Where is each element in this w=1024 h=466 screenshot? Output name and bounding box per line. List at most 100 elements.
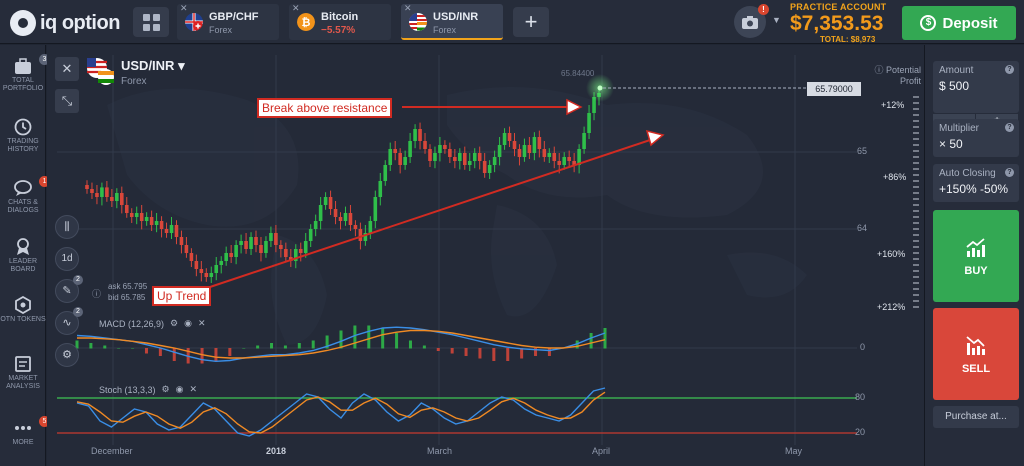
multiplier-field[interactable]: Multiplier ? × 50 [933, 119, 1019, 157]
sidebar-item-label: TOTAL PORTFOLIO [2, 77, 44, 92]
sidebar-item-chats[interactable]: 1 CHATS & DIALOGS [0, 176, 50, 215]
candle-body [189, 253, 194, 261]
tab-usd-inr[interactable]: ✕ USD/INR Forex [401, 3, 503, 40]
stoch-k-line [76, 387, 606, 437]
candle-body [482, 161, 487, 173]
candle-body [448, 149, 452, 157]
candle-body [154, 221, 159, 225]
portfolio-icon: 3 [12, 54, 50, 75]
macd-histogram-bar [144, 348, 148, 354]
macd-histogram-bar [353, 325, 357, 349]
macd-label: MACD (12,26,9) ⚙ ◉ ✕ [99, 318, 206, 329]
help-icon[interactable]: ? [1005, 65, 1014, 74]
sidebar-item-label: LEADER BOARD [8, 258, 37, 273]
profit-level: +212% [877, 302, 906, 312]
macd-histogram-bar [103, 345, 107, 349]
screenshot-button[interactable]: ! [734, 4, 769, 38]
candle-body [284, 249, 288, 257]
close-icon[interactable]: ✕ [180, 3, 188, 14]
eye-icon[interactable]: ◉ [176, 384, 184, 395]
gear-icon[interactable]: ⚙ [162, 384, 170, 395]
tab-bitcoin[interactable]: ✕ ₿ Bitcoin −5.57% [289, 3, 391, 40]
amount-value[interactable]: $ 500 [939, 79, 969, 93]
candle-body [333, 209, 338, 217]
sidebar-item-market-analysis[interactable]: MARKET ANALYSIS [0, 355, 46, 391]
brand-logo[interactable]: iq option [10, 10, 120, 36]
sidebar-item-portfolio[interactable]: 3 TOTAL PORTFOLIO [0, 54, 50, 93]
close-icon[interactable]: ✕ [404, 3, 412, 14]
sidebar-item-label: OTN TOKENS [0, 316, 46, 323]
price-chart[interactable] [47, 45, 924, 466]
drawing-tools-button[interactable]: ✎ 2 [55, 275, 83, 303]
world-map-background [107, 87, 807, 345]
account-balance[interactable]: $7,353.53 [790, 12, 883, 36]
timeframe-button[interactable]: 1d [55, 247, 79, 271]
auto-closing-field[interactable]: Auto Closing ? +150% -50% [933, 164, 1019, 202]
chart-settings-button[interactable]: ⚙ [55, 343, 79, 367]
profit-scale [913, 96, 919, 308]
macd-histogram-bar [214, 348, 218, 361]
multiplier-label: Multiplier [939, 123, 980, 134]
macd-histogram-bar [172, 348, 176, 361]
collapse-button[interactable]: ⤡ [55, 89, 79, 113]
add-tab-button[interactable]: + [513, 7, 549, 37]
candle-body [507, 133, 512, 141]
chart-type-button[interactable]: ⫼ [55, 215, 79, 239]
macd-histogram-bar [603, 328, 607, 349]
help-icon[interactable]: ? [1005, 168, 1014, 177]
candle-body [259, 245, 263, 253]
candle-body [184, 245, 189, 253]
annotation-up-trend: Up Trend [152, 286, 212, 306]
tab-name: GBP/CHF [209, 11, 259, 23]
tab-gbp-chf[interactable]: ✕ GBP/CHF Forex [177, 3, 279, 40]
eye-icon[interactable]: ◉ [184, 318, 192, 329]
tool-badge: 2 [73, 275, 83, 285]
help-icon[interactable]: ? [1005, 123, 1014, 132]
deposit-button[interactable]: $ Deposit [902, 6, 1016, 40]
sidebar-item-leaderboard[interactable]: LEADER BOARD [0, 238, 46, 274]
candle-body [239, 241, 243, 245]
close-icon[interactable]: ✕ [189, 384, 197, 395]
candle-body [129, 213, 134, 217]
instrument-selector[interactable]: USD/INR ▾ [121, 58, 185, 74]
info-icon[interactable]: ⓘ [92, 287, 101, 300]
settings-icon: ⚙ [62, 349, 72, 361]
chart-area[interactable]: ✕ ⤡ USD/INR ▾ Forex ⓘ Potential Profit 6… [47, 45, 924, 466]
info-icon: ⓘ [874, 65, 886, 75]
sidebar-item-otn-tokens[interactable]: OTN TOKENS [0, 295, 46, 324]
asset-grid-button[interactable] [133, 7, 169, 37]
candle-body [149, 217, 154, 225]
candle-body [562, 157, 567, 165]
close-icon[interactable]: ✕ [292, 3, 300, 14]
amount-field[interactable]: Amount ? $ 500 − + [933, 61, 1019, 128]
top-bar: iq option ✕ GBP/CHF Forex ✕ ₿ Bitcoin −5… [0, 0, 1024, 44]
close-icon[interactable]: ✕ [198, 318, 206, 329]
candle-body [338, 217, 343, 221]
sidebar-item-trading-history[interactable]: TRADING HISTORY [0, 118, 46, 154]
buy-button[interactable]: BUY [933, 210, 1019, 302]
auto-closing-value[interactable]: +150% -50% [939, 182, 1008, 196]
candle-body [418, 129, 422, 141]
sidebar-item-more[interactable]: 5 MORE [0, 416, 50, 447]
close-chart-button[interactable]: ✕ [55, 57, 79, 81]
candle-body [119, 193, 124, 205]
multiplier-value[interactable]: × 50 [939, 137, 963, 151]
sell-button[interactable]: SELL [933, 308, 1019, 400]
candle-body [587, 113, 591, 133]
candle-body [214, 265, 219, 273]
candle-body [313, 221, 318, 229]
candle-body [353, 225, 358, 229]
chevron-down-icon[interactable]: ▼ [772, 15, 781, 25]
tab-name: Bitcoin [321, 11, 359, 23]
macd-histogram-bar [228, 348, 232, 356]
candle-body [358, 229, 363, 241]
purchase-at-button[interactable]: Purchase at... [933, 406, 1019, 428]
macd-histogram-bar [158, 348, 162, 356]
account-total: TOTAL: $8,973 [820, 35, 876, 44]
macd-histogram-bar [520, 348, 524, 359]
gear-icon[interactable]: ⚙ [170, 318, 178, 329]
indicators-button[interactable]: ∿ 2 [55, 307, 83, 335]
account-type-label[interactable]: PRACTICE ACCOUNT [790, 2, 886, 12]
candle-body [105, 187, 109, 197]
pencil-icon: ✎ [62, 285, 72, 297]
